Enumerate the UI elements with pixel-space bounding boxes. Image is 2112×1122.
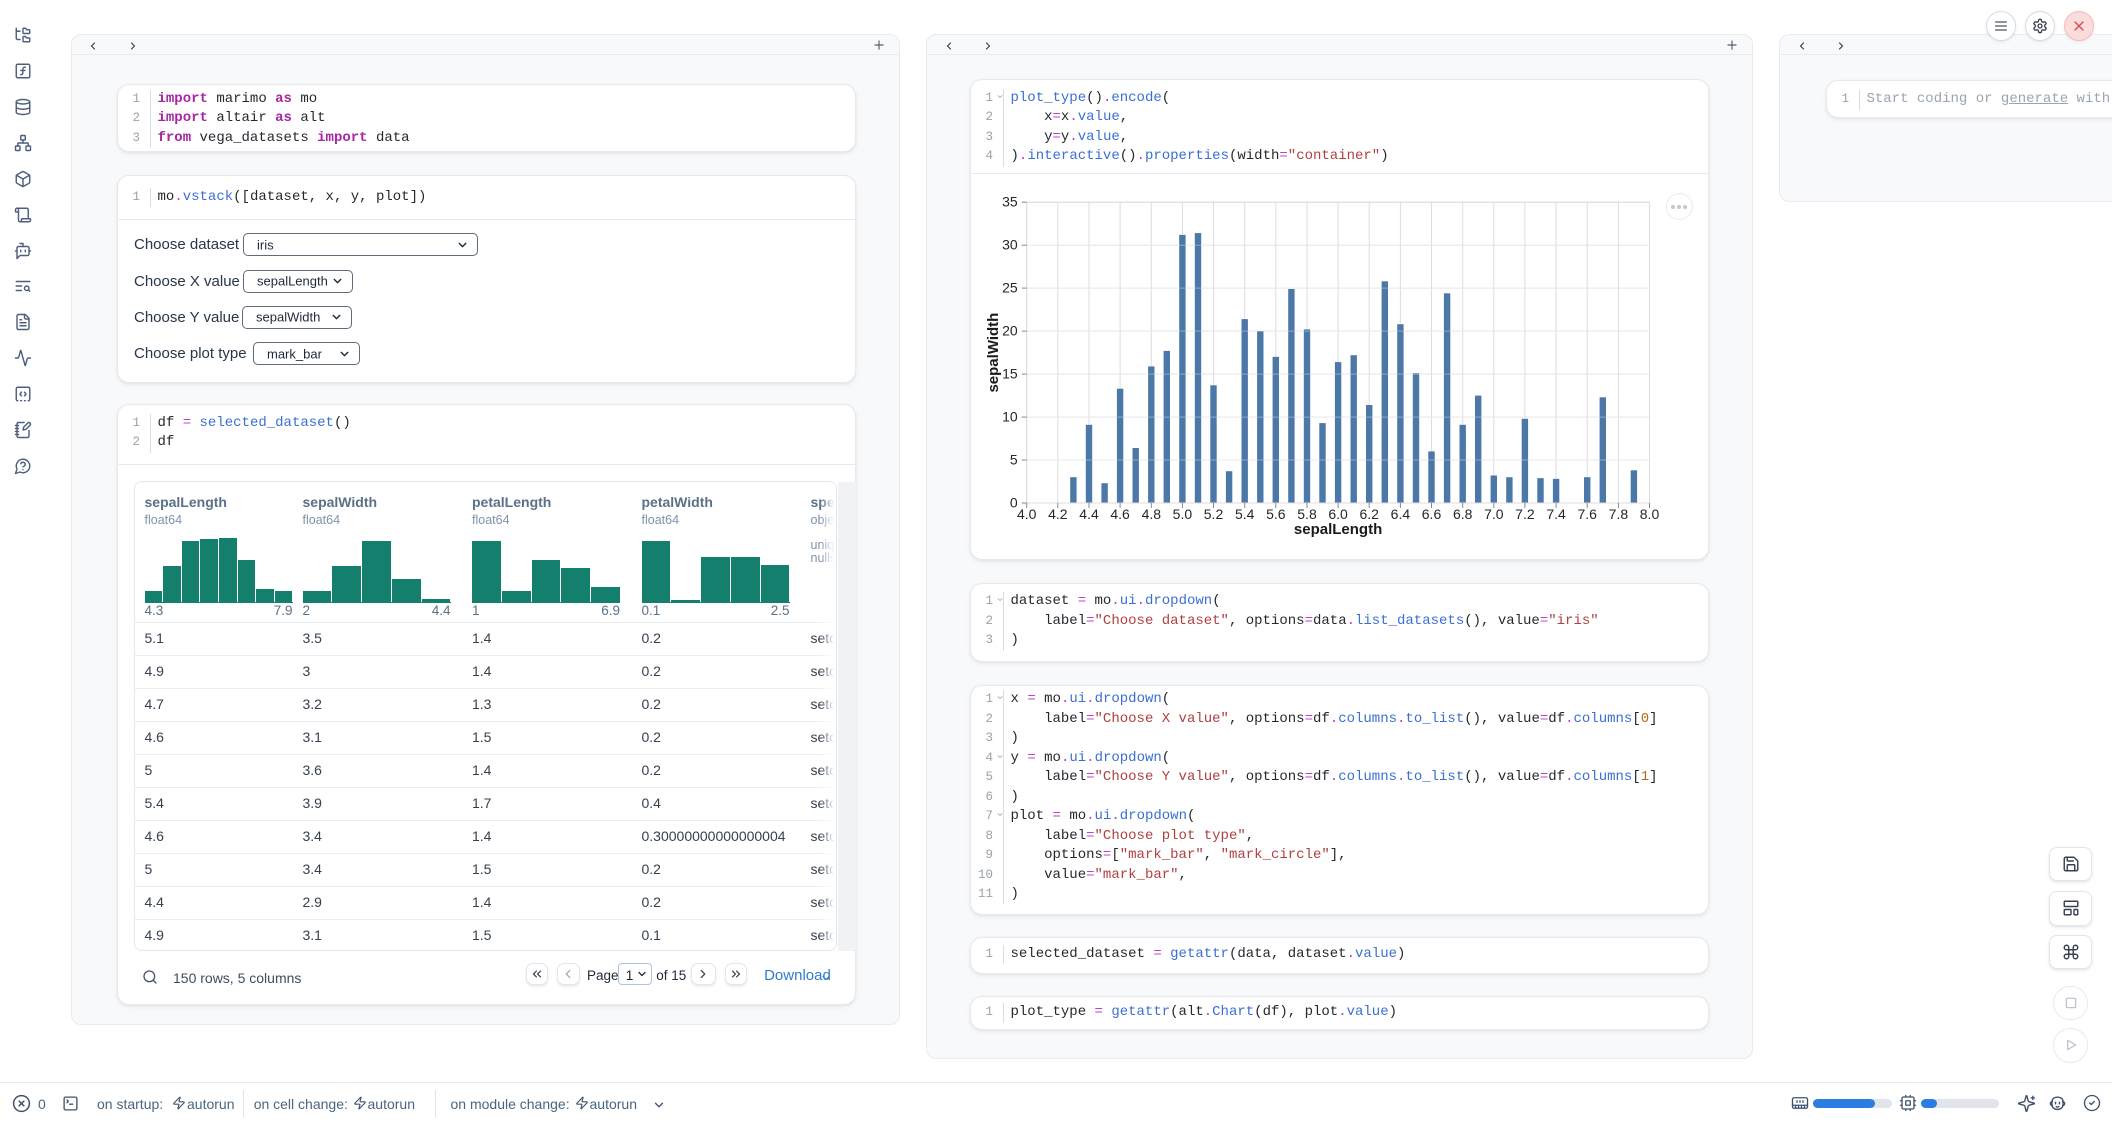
- svg-text:4.4: 4.4: [1079, 506, 1099, 522]
- svg-text:5.6: 5.6: [1266, 506, 1286, 522]
- svg-text:sepalWidth: sepalWidth: [985, 313, 1002, 393]
- svg-text:0: 0: [1010, 495, 1018, 511]
- svg-text:4.6: 4.6: [1110, 506, 1130, 522]
- svg-text:7.8: 7.8: [1609, 506, 1629, 522]
- svg-text:35: 35: [1002, 194, 1018, 210]
- svg-text:sepalLength: sepalLength: [1294, 521, 1382, 538]
- svg-text:6.2: 6.2: [1359, 506, 1379, 522]
- svg-text:20: 20: [1002, 323, 1018, 339]
- svg-text:5.4: 5.4: [1235, 506, 1255, 522]
- svg-text:7.4: 7.4: [1546, 506, 1566, 522]
- svg-text:8.0: 8.0: [1640, 506, 1660, 522]
- svg-text:5: 5: [1010, 452, 1018, 468]
- svg-text:4.0: 4.0: [1017, 506, 1037, 522]
- svg-text:30: 30: [1002, 237, 1018, 253]
- svg-text:7.6: 7.6: [1577, 506, 1597, 522]
- svg-text:7.0: 7.0: [1484, 506, 1504, 522]
- svg-text:6.8: 6.8: [1453, 506, 1473, 522]
- svg-text:5.8: 5.8: [1297, 506, 1317, 522]
- svg-text:6.4: 6.4: [1391, 506, 1411, 522]
- svg-text:10: 10: [1002, 409, 1018, 425]
- svg-text:15: 15: [1002, 366, 1018, 382]
- svg-text:6.6: 6.6: [1422, 506, 1442, 522]
- svg-text:5.2: 5.2: [1204, 506, 1224, 522]
- svg-text:25: 25: [1002, 280, 1018, 296]
- svg-text:6.0: 6.0: [1328, 506, 1348, 522]
- svg-text:4.8: 4.8: [1142, 506, 1162, 522]
- svg-text:5.0: 5.0: [1173, 506, 1193, 522]
- svg-text:7.2: 7.2: [1515, 506, 1535, 522]
- svg-text:4.2: 4.2: [1048, 506, 1068, 522]
